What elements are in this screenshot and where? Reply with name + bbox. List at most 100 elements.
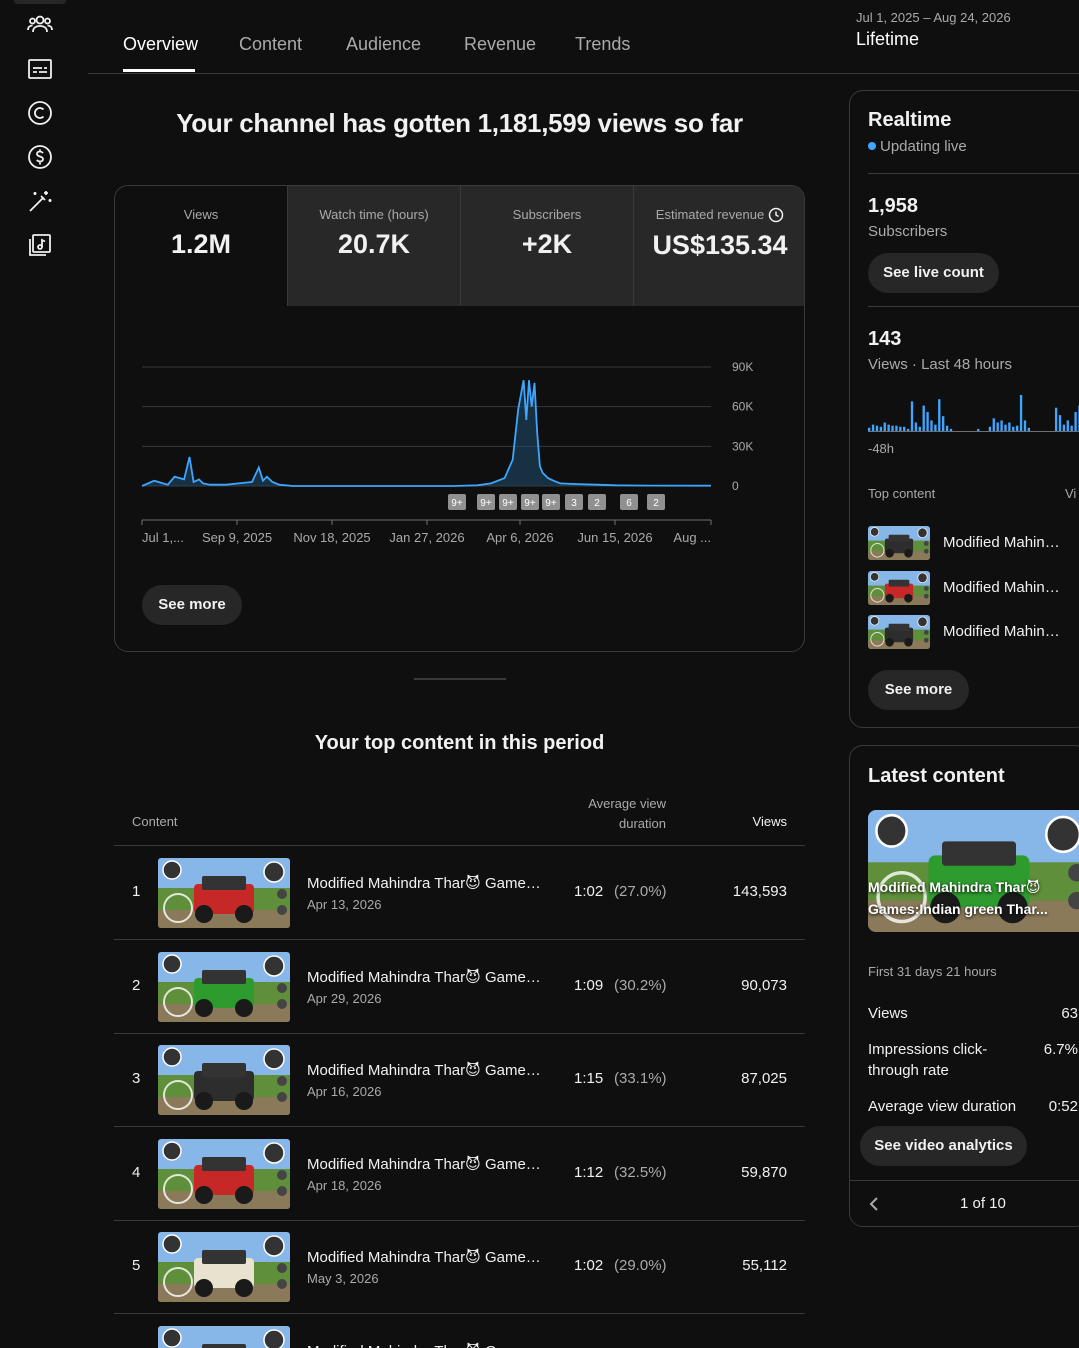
avg-view-duration: 1:09 [574,976,604,994]
realtime-top-item[interactable]: Modified Mahindra Thar😈 Games [868,615,1079,649]
tab-content[interactable]: Content [239,34,302,55]
see-live-count-button[interactable]: See live count [868,253,999,293]
see-more-button[interactable]: See more [142,585,242,625]
video-title[interactable]: Modified Mahindra Thar😈 Game [307,1342,547,1348]
table-row[interactable]: 1 Modified Mahindra Thar😈 Games:Indian gr… [114,846,805,940]
monetization-icon[interactable] [26,143,54,171]
column-content: Content [132,814,178,829]
video-title[interactable]: Modified Mahindra Thar😈 Games:Indian gre… [307,1155,547,1173]
row-views: 55,112 [742,1257,787,1274]
publish-marker-label: 9+ [502,498,514,509]
tab-audience[interactable]: Audience [346,34,421,55]
video-title: Modified Mahindra Thar😈 Games [943,578,1065,596]
video-thumbnail[interactable] [158,1232,290,1302]
metric-label: Estimated revenue [655,207,765,222]
realtime-subscribers-label: Subscribers [868,223,948,240]
publish-marker[interactable]: 2 [647,494,665,510]
stat-views: Views 63 [868,1003,1078,1024]
row-views: 90,073 [741,976,787,994]
table-row[interactable]: 3 Modified Mahindra Thar😈 Games:Indian gr… [114,1033,805,1127]
realtime-see-more-button[interactable]: See more [868,670,969,710]
metric-watch-time[interactable]: Watch time (hours) 20.7K [288,186,461,306]
realtime-top-item[interactable]: Modified Mahindra Thar😈 Games [868,570,1079,605]
stat-ctr: Impressions click-through rate 6.7% [868,1039,1078,1081]
publish-marker[interactable]: 9+ [477,494,495,510]
publish-marker[interactable]: 6 [620,494,638,510]
row-rank: 3 [132,1070,141,1087]
video-thumbnail[interactable] [158,1325,290,1348]
top-content-header: Top content Vi [868,486,1079,501]
video-thumbnail[interactable] [158,858,290,928]
people-icon[interactable] [26,11,54,39]
tab-trends[interactable]: Trends [575,34,630,55]
customization-icon[interactable] [26,187,54,215]
video-title: Modified Mahindra Thar😈 Games [943,623,1065,640]
publish-marker[interactable]: 9+ [542,494,560,510]
chevron-left-icon[interactable] [866,1195,884,1213]
spark-bar [875,425,879,431]
tab-overview[interactable]: Overview [123,34,198,55]
x-tick-label: Jul 1,... [142,530,184,545]
stat-label: Views [868,1005,908,1022]
spark-bar [938,399,941,431]
video-thumbnail [868,526,930,560]
active-tab-indicator [123,69,195,72]
video-title[interactable]: Modified Mahindra Thar😈 Games:Indian gre… [307,1248,547,1266]
publish-marker[interactable]: 2 [588,494,606,510]
publish-marker[interactable]: 9+ [448,494,466,510]
publish-marker[interactable]: 9+ [499,494,517,510]
publish-marker[interactable]: 3 [565,494,583,510]
realtime-panel: Realtime Updating live 1,958 Subscribers… [849,90,1079,728]
spark-bar [996,422,999,431]
table-row[interactable]: Modified Mahindra Thar😈 Game [114,1314,805,1348]
overview-card: Views 1.2M Watch time (hours) 20.7K Subs… [114,185,805,652]
video-thumbnail[interactable] [158,1138,290,1209]
period-selector[interactable]: Jul 1, 2025 – Aug 24, 2026 Lifetime [856,10,1011,50]
video-title[interactable]: Modified Mahindra Thar😈 Games:Indian gre… [307,874,547,892]
video-thumbnail[interactable] [158,951,290,1022]
row-views: 87,025 [741,1070,787,1087]
latest-caption-line2: Games:Indian green Thar... [868,901,1048,917]
column-views[interactable]: Views [753,814,787,829]
stat-value: 6.7% [1043,1041,1078,1058]
avg-view-duration: 1:12 [574,1163,604,1181]
rail-top-indicator [14,0,66,4]
spark-bar [1000,420,1003,431]
column-avd[interactable]: Average view duration [546,794,666,834]
latest-period-label: First 31 days 21 hours [868,964,997,979]
pager-text: 1 of 10 [960,1195,1006,1212]
table-row[interactable]: 5 Modified Mahindra Thar😈 Games:Indian gr… [114,1220,805,1314]
metric-value: 20.7K [337,229,411,259]
audio-library-icon[interactable] [26,231,54,259]
row-views: 143,593 [732,883,787,900]
see-video-analytics-button[interactable]: See video analytics [860,1126,1027,1166]
copyright-icon[interactable] [26,99,54,127]
metric-tabs: Views 1.2M Watch time (hours) 20.7K Subs… [115,186,804,306]
spark-bar [910,401,914,431]
video-thumbnail[interactable] [158,1045,290,1115]
metric-views[interactable]: Views 1.2M [115,186,288,306]
spark-bar [879,426,883,431]
publish-marker[interactable]: 9+ [521,494,539,510]
metric-estimated-revenue[interactable]: Estimated revenue US$135.34 [634,186,804,306]
publish-marker-label: 9+ [451,498,463,509]
spark-bar [1058,415,1062,431]
avg-view-duration: 1:15 [574,1070,604,1087]
metric-subscribers[interactable]: Subscribers +2K [461,186,634,306]
table-row[interactable]: 4 Modified Mahindra Thar😈 Games:Indian gr… [114,1127,805,1221]
tab-revenue[interactable]: Revenue [464,34,536,55]
subtitles-icon[interactable] [26,55,54,83]
video-title[interactable]: Modified Mahindra Thar😈 Games:Indian gre… [307,1061,547,1079]
row-views: 59,870 [741,1163,787,1181]
realtime-bar-chart [868,395,1079,432]
spark-bar [988,426,992,431]
y-tick-label: 0 [732,479,739,493]
realtime-top-item[interactable]: Modified Mahindra Thar😈 Games [868,526,1079,560]
spark-bar [1008,422,1011,431]
video-title[interactable]: Modified Mahindra Thar😈 Games:Indian gre… [307,968,547,986]
table-row[interactable]: 2 Modified Mahindra Thar😈 Games:Indian gr… [114,940,805,1034]
spark-bar [871,424,875,431]
spark-bar [914,422,918,431]
top-content-label: Top content [868,486,936,501]
row-rank: 2 [132,976,141,994]
